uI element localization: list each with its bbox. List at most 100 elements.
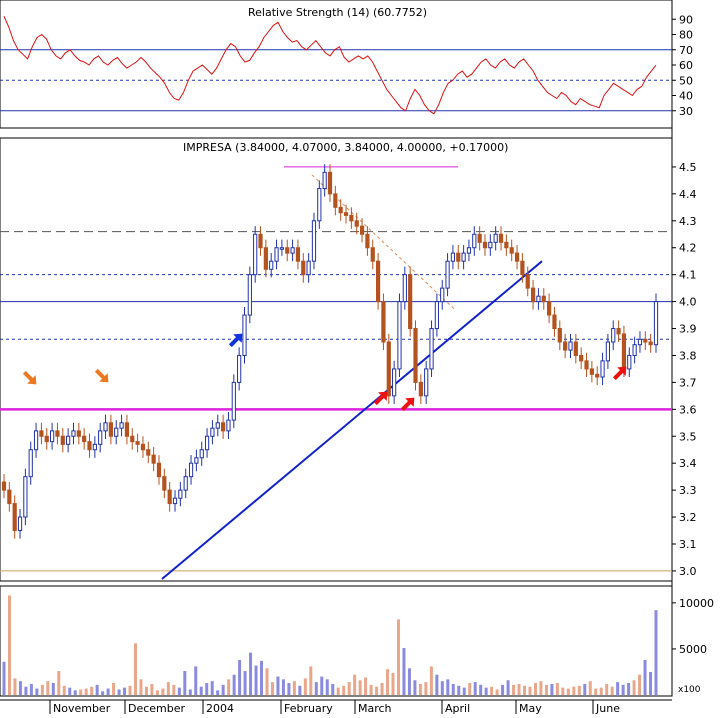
rsi-tick-label: 90 <box>679 13 693 26</box>
candle-body <box>44 435 49 443</box>
candle-body <box>557 328 562 343</box>
candle-body <box>33 430 39 451</box>
volume-bar <box>605 683 609 695</box>
volume-bar <box>599 687 603 695</box>
candle-body <box>397 301 402 370</box>
volume-bar <box>550 683 554 695</box>
candle-body <box>333 193 338 208</box>
price-tick-label: 3.2 <box>679 511 697 524</box>
volume-bar <box>292 681 296 695</box>
x-tick-label: March <box>358 702 392 714</box>
candle-body <box>568 341 573 351</box>
candle-body <box>253 233 258 276</box>
volume-bar <box>555 683 559 695</box>
volume-bar <box>396 619 400 695</box>
volume-bar <box>276 676 280 695</box>
candle-body <box>648 341 653 346</box>
candle-body <box>322 171 327 189</box>
x-tick-label: May <box>519 702 542 714</box>
candle-body <box>130 435 135 443</box>
volume-bar <box>62 685 66 695</box>
volume-bar <box>523 685 527 695</box>
candle-body <box>408 274 413 330</box>
candle-body <box>493 233 498 243</box>
candle-body <box>365 233 370 249</box>
candle-body <box>600 360 605 378</box>
candle-body <box>381 301 386 343</box>
candle-body <box>146 449 151 456</box>
volume-bar <box>51 683 55 695</box>
price-tick-label: 4.5 <box>679 161 697 174</box>
candle-body <box>605 341 611 362</box>
volume-bar <box>298 685 302 695</box>
candle-body <box>520 260 525 276</box>
candle-body <box>563 341 568 351</box>
volume-bar <box>583 683 587 695</box>
volume-bar <box>254 665 258 695</box>
candle-body <box>349 214 354 222</box>
volume-bar <box>577 685 581 695</box>
candle-body <box>370 247 375 262</box>
volume-bar <box>621 684 625 695</box>
candle-body <box>23 476 28 518</box>
volume-bar <box>638 674 642 695</box>
volume-bar <box>194 666 198 695</box>
volume-bar <box>386 669 390 695</box>
volume-bar <box>24 686 28 695</box>
volume-bar <box>353 674 357 695</box>
candle-body <box>178 489 183 499</box>
candle-body <box>418 381 423 397</box>
volume-bar <box>309 666 313 695</box>
stock-chart: 30 40 50 60 70 80 90 3.0 3.1 3.2 3.3 3.4 3.5 3.6 3.7 3.… <box>0 0 714 715</box>
candle-body <box>237 354 242 383</box>
volume-bar <box>249 652 253 695</box>
price-tick-label: 3.3 <box>679 484 697 497</box>
candle-body <box>584 360 589 370</box>
volume-bar <box>112 683 116 695</box>
volume-bar <box>533 683 537 695</box>
candle-body <box>242 314 247 356</box>
volume-bar <box>314 682 318 695</box>
volume-bar <box>369 684 373 695</box>
price-tick-label: 3.7 <box>679 376 697 389</box>
volume-bar <box>172 684 176 695</box>
chart-stage: 30 40 50 60 70 80 90 3.0 3.1 3.2 3.3 3.4 3.5 3.6 3.7 3.… <box>0 0 724 715</box>
volume-bar <box>7 595 11 695</box>
candle-body <box>456 252 461 262</box>
volume-bar <box>155 690 159 695</box>
rsi-tick-label: 60 <box>679 59 693 72</box>
rsi-tick-label: 50 <box>679 74 693 87</box>
volume-bar <box>265 668 269 695</box>
candle-body <box>477 233 482 243</box>
volume-bar <box>221 684 225 695</box>
volume-bar <box>364 677 368 695</box>
candle-body <box>188 462 194 478</box>
candle-body <box>498 233 504 243</box>
x-tick-label: June <box>595 702 620 714</box>
candle-body <box>114 427 119 437</box>
volume-bar <box>407 668 411 695</box>
candle-body <box>621 333 627 370</box>
volume-bar <box>544 684 548 695</box>
volume-bar <box>566 688 570 695</box>
volume-bar <box>643 659 647 695</box>
candle-body <box>306 260 311 276</box>
candle-body <box>434 301 439 330</box>
candle-body <box>450 252 456 262</box>
candle-body <box>269 260 274 270</box>
volume-bar <box>446 679 450 695</box>
candle-body <box>514 252 520 262</box>
candle-body <box>424 368 429 397</box>
volume-bar <box>270 682 274 695</box>
candle-body <box>343 212 349 216</box>
candle-body <box>39 430 44 437</box>
candle-body <box>49 430 55 443</box>
candle-body <box>194 457 199 464</box>
candle-body <box>274 247 279 262</box>
candle-body <box>17 516 23 532</box>
volume-bar <box>117 689 121 695</box>
candle-body <box>215 422 220 429</box>
volume-bar <box>572 686 576 695</box>
volume-bar <box>84 688 88 695</box>
candle-body <box>637 338 643 346</box>
